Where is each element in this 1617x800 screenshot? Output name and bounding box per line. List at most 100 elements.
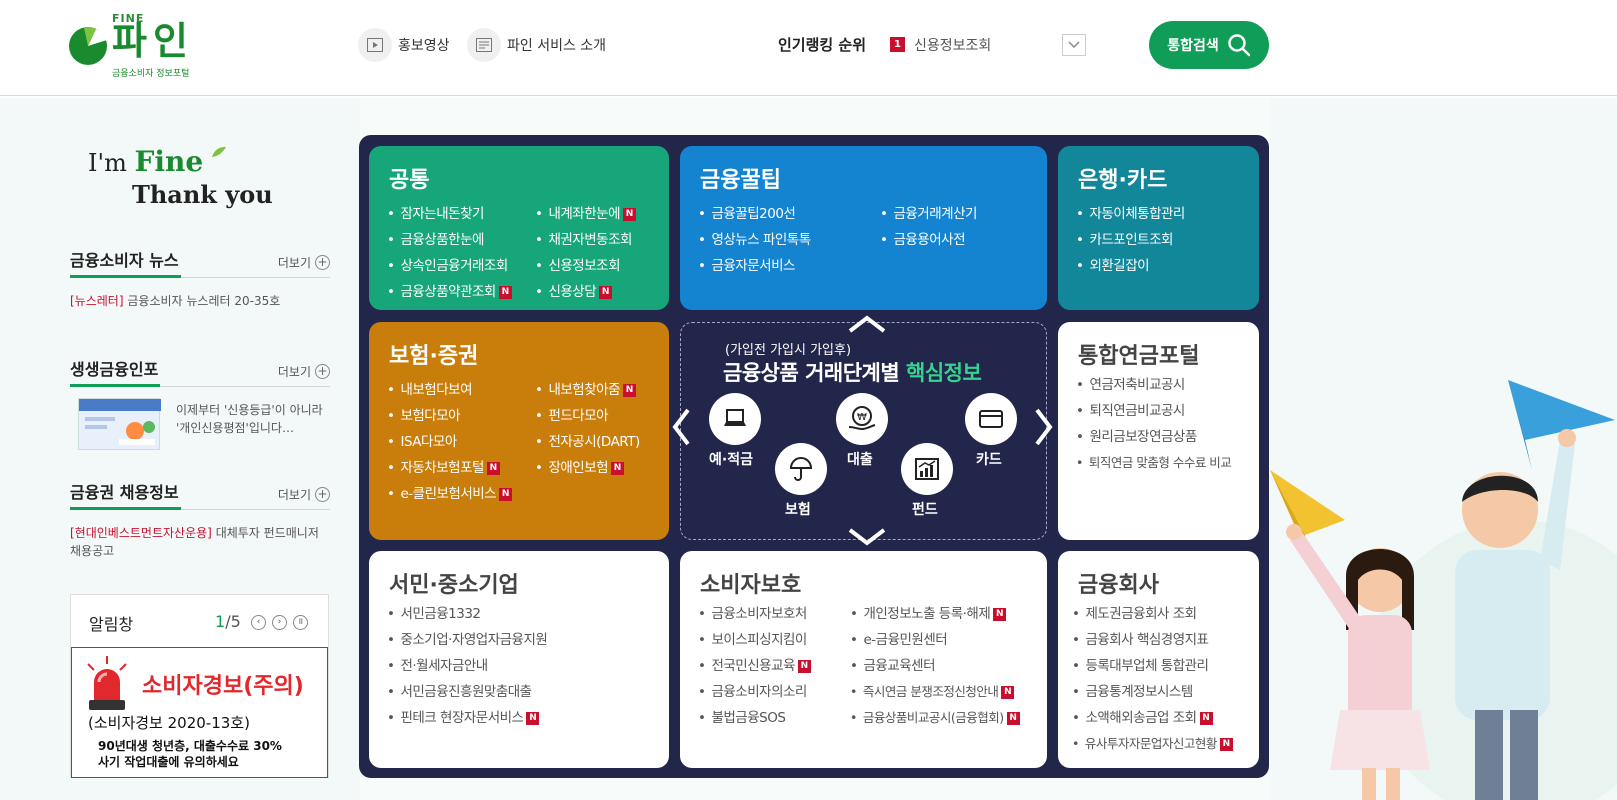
menu-item[interactable]: 원리금보장연금상품 bbox=[1076, 424, 1231, 450]
card-core-info: (가입전 가입시 가입후) 금융상품 거래단계별 핵심정보 예·적금 ₩ 대출 … bbox=[680, 322, 1047, 540]
card-tips: 금융꿀팁 금융꿀팁200선 영상뉴스 파인톡톡 금융자문서비스 금융거래계산기 … bbox=[680, 146, 1047, 310]
finance-info-item[interactable]: 이제부터 '신용등급'이 아니라 '개인신용평점'입니다… bbox=[176, 401, 326, 437]
menu-item[interactable]: 금융통계정보시스템 bbox=[1072, 679, 1233, 705]
menu-item[interactable]: 개인정보노출 등록·해제N bbox=[850, 601, 1020, 627]
chevron-up-icon[interactable] bbox=[848, 315, 886, 333]
menu-item[interactable]: 금융소비자보호처 bbox=[698, 601, 811, 627]
menu-item[interactable]: 펀드다모아 bbox=[535, 403, 640, 429]
menu-item[interactable]: 서민금융1332 bbox=[387, 601, 547, 627]
promo-video-link[interactable]: 홍보영상 bbox=[358, 28, 450, 62]
consumer-news-more-link[interactable]: 더보기 + bbox=[278, 254, 330, 271]
menu-item[interactable]: 퇴직연금 맞춤형 수수료 비교 bbox=[1076, 450, 1232, 476]
menu-item[interactable]: 상속인금융거래조회 bbox=[387, 253, 512, 279]
menu-item[interactable]: 내보험찾아줌N bbox=[535, 377, 640, 403]
card-consumer-title: 소비자보호 bbox=[700, 573, 802, 598]
menu-item[interactable]: 서민금융진흥원맞춤대출 bbox=[387, 679, 547, 705]
menu-item[interactable]: 전자공시(DART) bbox=[535, 429, 640, 455]
service-intro-link[interactable]: 파인 서비스 소개 bbox=[467, 28, 606, 62]
logo-main-text: 파인 bbox=[112, 19, 194, 63]
menu-item[interactable]: 금융꿀팁200선 bbox=[698, 201, 811, 227]
menu-item[interactable]: 내보험다보여 bbox=[387, 377, 512, 403]
menu-item[interactable]: 소액해외송금업 조회N bbox=[1072, 705, 1233, 731]
next-icon[interactable]: › bbox=[272, 615, 287, 630]
menu-item[interactable]: 금융거래계산기 bbox=[880, 201, 977, 227]
card-financial-company: 금융회사 제도권금융회사 조회 금융회사 핵심경영지표 등록대부업체 통합관리 … bbox=[1058, 551, 1259, 768]
menu-item[interactable]: 외환길잡이 bbox=[1076, 253, 1185, 279]
menu-item[interactable]: 중소기업·자영업자금융지원 bbox=[387, 627, 547, 653]
chevron-left-icon[interactable] bbox=[672, 408, 690, 446]
menu-item[interactable]: 즉시연금 분쟁조정신청안내N bbox=[850, 679, 1020, 705]
menu-item[interactable]: 금융용어사전 bbox=[880, 227, 977, 253]
card-bank-card: 은행·카드 자동이체통합관리 카드포인트조회 외환길잡이 bbox=[1058, 146, 1259, 310]
card-label: 카드 bbox=[976, 452, 1002, 468]
menu-item[interactable]: e-클린보험서비스N bbox=[387, 481, 513, 507]
alarm-box: 알림창 1/5 ‹ › ॥ 소비자경보(주의) (소비자경보 2020-13호)… bbox=[70, 594, 329, 778]
chevron-down-icon[interactable] bbox=[848, 528, 886, 546]
svg-text:₩: ₩ bbox=[857, 412, 867, 423]
fund-button[interactable] bbox=[901, 443, 953, 495]
fine-logo[interactable]: FINE 파인 금융소비자 정보포털 bbox=[68, 12, 208, 82]
integrated-search-button[interactable]: 통합검색 bbox=[1149, 21, 1269, 69]
menu-item[interactable]: 금융상품약관조회N bbox=[387, 279, 512, 305]
menu-item[interactable]: 잠자는내돈찾기 bbox=[387, 201, 512, 227]
menu-item[interactable]: 자동이체통합관리 bbox=[1076, 201, 1185, 227]
finance-info-title: 생생금융인포 bbox=[70, 357, 161, 387]
consumer-news-item[interactable]: [뉴스레터] 금융소비자 뉴스레터 20-35호 bbox=[70, 292, 330, 310]
fund-label: 펀드 bbox=[912, 502, 938, 518]
menu-item[interactable]: 전국민신용교육N bbox=[698, 653, 811, 679]
play-icon bbox=[358, 28, 392, 62]
card-bank-title: 은행·카드 bbox=[1078, 168, 1168, 193]
alert-warning-text: 소비자경보(주의) bbox=[142, 674, 304, 699]
menu-item[interactable]: 금융자문서비스 bbox=[698, 253, 811, 279]
card-consumer-protection: 소비자보호 금융소비자보호처 보이스피싱지킴이 전국민신용교육N 금융소비자의소… bbox=[680, 551, 1047, 768]
menu-item[interactable]: 금융교육센터 bbox=[850, 653, 1020, 679]
alarm-pager: 1/5 bbox=[215, 612, 241, 631]
menu-item[interactable]: 금융상품비교공시(금융협회)N bbox=[850, 705, 1020, 731]
jobs-item[interactable]: [현대인베스트먼트자산운용] 대체투자 펀드매니저 채용공고 bbox=[70, 524, 330, 560]
pause-icon[interactable]: ॥ bbox=[293, 615, 308, 630]
prev-icon[interactable]: ‹ bbox=[251, 615, 266, 630]
menu-item[interactable]: 등록대부업체 통합관리 bbox=[1072, 653, 1233, 679]
menu-item[interactable]: 불법금융SOS bbox=[698, 705, 811, 731]
menu-item[interactable]: 보이스피싱지킴이 bbox=[698, 627, 811, 653]
consumer-news-section: 금융소비자 뉴스 더보기 + [뉴스레터] 금융소비자 뉴스레터 20-35호 bbox=[70, 248, 330, 310]
plus-icon: + bbox=[315, 487, 330, 502]
menu-item[interactable]: 채권자변동조회 bbox=[535, 227, 636, 253]
insurance-button[interactable] bbox=[775, 443, 827, 495]
finance-info-thumbnail[interactable] bbox=[78, 398, 161, 450]
menu-item[interactable]: 금융소비자의소리 bbox=[698, 679, 811, 705]
menu-item[interactable]: 핀테크 현장자문서비스N bbox=[387, 705, 547, 731]
menu-item[interactable]: 금융상품한눈에 bbox=[387, 227, 512, 253]
menu-item[interactable]: 유사투자자문업자신고현황N bbox=[1072, 731, 1233, 757]
ranking-dropdown-button[interactable] bbox=[1062, 34, 1086, 56]
ranking-item-link[interactable]: 신용정보조회 bbox=[914, 35, 991, 55]
ranking-label: 인기랭킹 순위 bbox=[778, 36, 867, 54]
menu-item[interactable]: 영상뉴스 파인톡톡 bbox=[698, 227, 811, 253]
loan-button[interactable]: ₩ bbox=[836, 393, 888, 445]
card-pension-title: 통합연금포털 bbox=[1078, 344, 1200, 369]
menu-item[interactable]: ISA다모아 bbox=[387, 429, 512, 455]
menu-item[interactable]: 연금저축비교공시 bbox=[1076, 372, 1231, 398]
menu-item[interactable]: 전·월세자금안내 bbox=[387, 653, 547, 679]
jobs-more-link[interactable]: 더보기 + bbox=[278, 486, 330, 503]
menu-item[interactable]: 신용정보조회 bbox=[535, 253, 636, 279]
search-icon bbox=[1228, 34, 1251, 57]
menu-item[interactable]: e-금융민원센터 bbox=[850, 627, 1020, 653]
chevron-right-icon[interactable] bbox=[1035, 408, 1053, 446]
consumer-alert-banner[interactable]: 소비자경보(주의) (소비자경보 2020-13호) 90년대생 청년층, 대출… bbox=[71, 647, 328, 778]
menu-item[interactable]: 퇴직연금비교공시 bbox=[1076, 398, 1231, 424]
menu-item[interactable]: 금융회사 핵심경영지표 bbox=[1072, 627, 1233, 653]
new-badge: N bbox=[1219, 738, 1233, 751]
menu-item[interactable]: 자동차보험포털N bbox=[387, 455, 512, 481]
menu-item[interactable]: 신용상담N bbox=[535, 279, 636, 305]
menu-item[interactable]: 보험다모아 bbox=[387, 403, 512, 429]
core-info-title: 금융상품 거래단계별 핵심정보 bbox=[723, 361, 982, 385]
menu-item[interactable]: 장애인보험N bbox=[535, 455, 640, 481]
card-button[interactable] bbox=[965, 393, 1017, 445]
finance-info-more-link[interactable]: 더보기 + bbox=[278, 363, 330, 380]
deposit-button[interactable] bbox=[709, 393, 761, 445]
menu-item[interactable]: 카드포인트조회 bbox=[1076, 227, 1185, 253]
chart-icon bbox=[915, 458, 939, 480]
menu-item[interactable]: 제도권금융회사 조회 bbox=[1072, 601, 1233, 627]
menu-item[interactable]: 내계좌한눈에N bbox=[535, 201, 636, 227]
